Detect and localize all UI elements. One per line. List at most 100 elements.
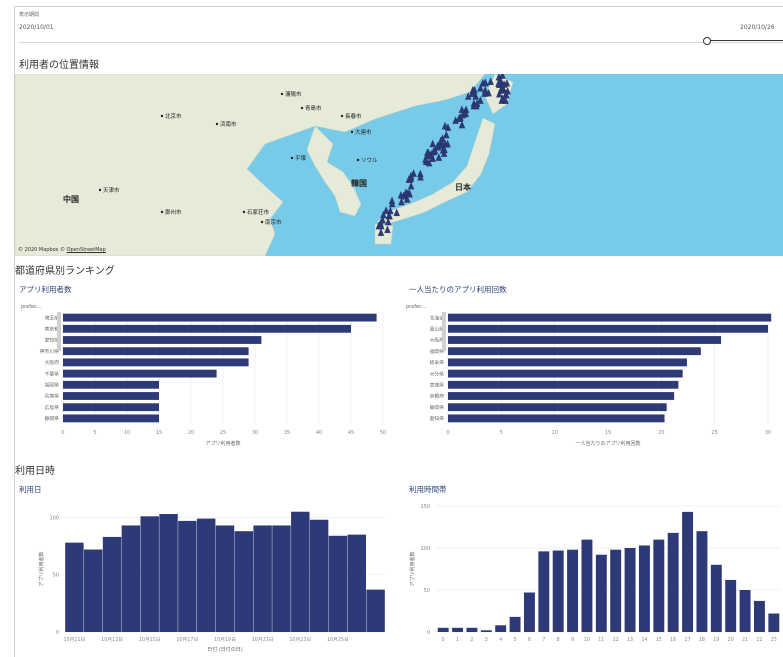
bar[interactable] bbox=[366, 589, 385, 632]
x-tick-label: 21 bbox=[742, 637, 748, 643]
bar[interactable] bbox=[347, 534, 366, 632]
map-place-dot bbox=[340, 114, 344, 118]
bar[interactable] bbox=[84, 549, 103, 632]
map-place-dot bbox=[300, 106, 304, 110]
x-tick-label: 10月11日 bbox=[64, 637, 86, 643]
bar[interactable] bbox=[234, 531, 254, 632]
bar[interactable] bbox=[63, 313, 377, 322]
bar[interactable] bbox=[63, 336, 262, 344]
x-tick-label: 3 bbox=[485, 637, 488, 643]
category-label: 神奈川県 bbox=[40, 348, 59, 355]
location-map[interactable]: 北京市 天津市 中国 ソウル 韓国 日本 青島市 済南市 鄭州市 南京市 石家荘市 瀋陽市 大連市 長春市… bbox=[15, 74, 783, 256]
category-label: 大分県 bbox=[430, 370, 445, 377]
map-place-dot bbox=[160, 114, 164, 118]
bar[interactable] bbox=[140, 516, 159, 632]
bar[interactable] bbox=[523, 592, 535, 632]
map-attribution-link[interactable]: OpenStreetMap bbox=[67, 247, 106, 253]
bar[interactable] bbox=[768, 613, 780, 632]
x-tick-label: 13 bbox=[627, 637, 633, 643]
x-tick-label: 5 bbox=[500, 430, 503, 436]
bar[interactable] bbox=[581, 539, 593, 632]
map-place-label: 韓国 bbox=[351, 178, 367, 188]
x-tick-label: 25 bbox=[220, 430, 226, 436]
bar[interactable] bbox=[682, 511, 694, 632]
y-axis-title: アプリ利用者数 bbox=[38, 551, 45, 586]
x-tick-label: 5 bbox=[93, 430, 96, 436]
map-place-label: 平壌 bbox=[295, 154, 307, 162]
bar[interactable] bbox=[448, 358, 687, 367]
bar[interactable] bbox=[495, 625, 507, 632]
chart-scrollbar[interactable] bbox=[57, 312, 61, 352]
x-tick-label: 0 bbox=[442, 637, 445, 643]
ranking-section-title: 都道府県別ランキング bbox=[15, 266, 115, 277]
bar[interactable] bbox=[595, 554, 607, 632]
period-start[interactable]: 2020/10/01 bbox=[19, 24, 54, 31]
period-slider-track[interactable] bbox=[708, 40, 783, 41]
bar[interactable] bbox=[448, 380, 679, 389]
bar[interactable] bbox=[448, 369, 683, 378]
bar[interactable] bbox=[452, 627, 464, 632]
bar[interactable] bbox=[63, 358, 249, 367]
bar[interactable] bbox=[196, 518, 216, 632]
bar[interactable] bbox=[253, 525, 272, 632]
uses-per-user-chart: prefec... 0 5 10 15 20 25 30 北海道富山県大阪府福岡県岐阜県大分県宮… bbox=[406, 304, 772, 447]
bar[interactable] bbox=[121, 525, 141, 632]
bar[interactable] bbox=[63, 392, 159, 400]
bar[interactable] bbox=[448, 392, 675, 400]
bar[interactable] bbox=[753, 600, 765, 632]
bar[interactable] bbox=[739, 590, 751, 632]
bar[interactable] bbox=[552, 550, 564, 632]
bar[interactable] bbox=[328, 535, 348, 632]
bar[interactable] bbox=[480, 630, 492, 632]
period-slider-handle[interactable] bbox=[703, 37, 711, 45]
bar[interactable] bbox=[65, 542, 84, 632]
bar[interactable] bbox=[710, 564, 722, 632]
y-tick-label: 0 bbox=[427, 630, 430, 636]
bar[interactable] bbox=[448, 313, 772, 322]
bar[interactable] bbox=[159, 514, 178, 632]
bar[interactable] bbox=[509, 616, 521, 632]
bar[interactable] bbox=[448, 324, 768, 333]
bar[interactable] bbox=[725, 579, 737, 632]
bar[interactable] bbox=[437, 627, 449, 632]
chart-scrollbar[interactable] bbox=[442, 312, 446, 352]
bar[interactable] bbox=[63, 380, 159, 389]
y-axis-title: prefec... bbox=[21, 304, 42, 310]
bar[interactable] bbox=[63, 369, 217, 378]
category-label: 富山県 bbox=[430, 325, 445, 332]
map-place-dot bbox=[290, 156, 294, 160]
bar[interactable] bbox=[638, 545, 650, 632]
category-label: 東京都 bbox=[45, 325, 60, 332]
bar[interactable] bbox=[696, 531, 708, 632]
bar[interactable] bbox=[610, 549, 622, 632]
bar[interactable] bbox=[309, 519, 329, 632]
bar[interactable] bbox=[63, 403, 159, 412]
bar[interactable] bbox=[448, 403, 667, 412]
x-tick-label: 45 bbox=[348, 430, 354, 436]
x-tick-label: 10月15日 bbox=[139, 637, 161, 643]
bar[interactable] bbox=[63, 324, 351, 333]
bar[interactable] bbox=[624, 548, 636, 632]
bar[interactable] bbox=[215, 525, 235, 632]
bar[interactable] bbox=[63, 414, 159, 423]
bar[interactable] bbox=[567, 549, 579, 632]
bar[interactable] bbox=[448, 414, 665, 423]
bar[interactable] bbox=[178, 520, 197, 632]
period-end[interactable]: 2020/10/26 bbox=[740, 24, 775, 31]
x-tick-label: 40 bbox=[316, 430, 322, 436]
bar[interactable] bbox=[63, 347, 249, 356]
map-place-label: 石家荘市 bbox=[247, 208, 270, 216]
category-label: 千葉県 bbox=[45, 370, 60, 377]
x-tick-label: 12 bbox=[613, 637, 619, 643]
category-label: 福岡県 bbox=[45, 381, 60, 388]
category-label: 静岡県 bbox=[45, 415, 60, 422]
bar[interactable] bbox=[466, 627, 478, 632]
bar[interactable] bbox=[291, 511, 310, 632]
bar[interactable] bbox=[448, 336, 722, 344]
bar[interactable] bbox=[272, 525, 291, 632]
bar[interactable] bbox=[667, 532, 679, 632]
bar[interactable] bbox=[448, 347, 701, 356]
bar[interactable] bbox=[653, 539, 665, 632]
bar[interactable] bbox=[102, 536, 122, 632]
bar[interactable] bbox=[538, 551, 550, 632]
